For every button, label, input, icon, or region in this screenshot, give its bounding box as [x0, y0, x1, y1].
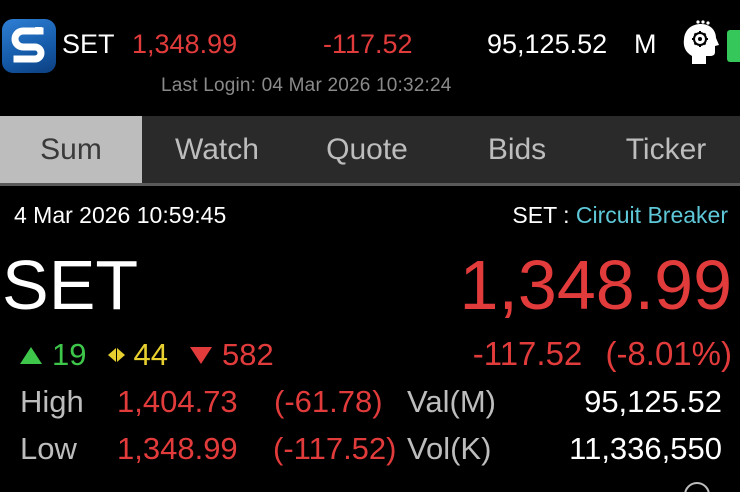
- top-bar: SET 1,348.99 -117.52 95,125.52 M Last Lo…: [0, 0, 740, 112]
- head-ai-icon[interactable]: [680, 20, 720, 66]
- battery-icon: [727, 30, 740, 62]
- index-name: SET: [2, 246, 139, 324]
- value-label: Val(M): [407, 384, 496, 419]
- advances-arrow-icon: [20, 346, 42, 364]
- info-icon[interactable]: [684, 482, 710, 492]
- value-amount: 95,125.52: [584, 384, 722, 419]
- market-status-name: SET: [512, 202, 557, 228]
- market-breadth: 19 44 582: [20, 335, 274, 375]
- tab-quote[interactable]: Quote: [292, 116, 442, 183]
- market-status: SET : Circuit Breaker: [512, 202, 728, 229]
- volume-amount: 11,336,550: [569, 431, 722, 466]
- market-status-value: Circuit Breaker: [575, 202, 728, 228]
- header-index-change: -117.52: [323, 29, 413, 59]
- tab-sum[interactable]: Sum: [0, 116, 142, 183]
- tab-watch[interactable]: Watch: [142, 116, 292, 183]
- tab-ticker[interactable]: Ticker: [592, 116, 740, 183]
- high-change: (-61.78): [274, 384, 383, 419]
- header-turnover-unit: M: [634, 29, 657, 59]
- header-turnover-value: 95,125.52: [487, 29, 608, 59]
- index-change-percent: (-8.01%): [605, 335, 732, 372]
- header-market-name: SET: [62, 29, 115, 59]
- app-screen: SET 1,348.99 -117.52 95,125.52 M Last Lo…: [0, 0, 740, 492]
- low-value: 1,348.99: [117, 431, 238, 466]
- index-value: 1,348.99: [459, 246, 732, 324]
- set-logo-icon[interactable]: [2, 19, 56, 73]
- tab-bar: Sum Watch Quote Bids Ticker: [0, 116, 740, 186]
- advances-count: 19: [52, 337, 87, 372]
- low-label: Low: [20, 431, 77, 466]
- unchanged-arrows-icon: [108, 348, 126, 362]
- tab-bids[interactable]: Bids: [442, 116, 592, 183]
- update-timestamp: 4 Mar 2026 10:59:45: [14, 202, 227, 228]
- market-status-separator: :: [563, 202, 570, 228]
- last-login-text: Last Login: 04 Mar 2026 10:32:24: [161, 75, 452, 96]
- volume-label: Vol(K): [407, 431, 492, 466]
- high-label: High: [20, 384, 84, 419]
- index-change-points: -117.52: [472, 335, 583, 372]
- index-change: -117.52 (-8.01%): [473, 335, 732, 373]
- declines-arrow-icon: [189, 346, 212, 364]
- unchanged-count: 44: [133, 337, 168, 372]
- header-index-value: 1,348.99: [132, 29, 238, 59]
- declines-count: 582: [221, 337, 274, 372]
- high-value: 1,404.73: [117, 384, 238, 419]
- low-change: (-117.52): [273, 431, 397, 466]
